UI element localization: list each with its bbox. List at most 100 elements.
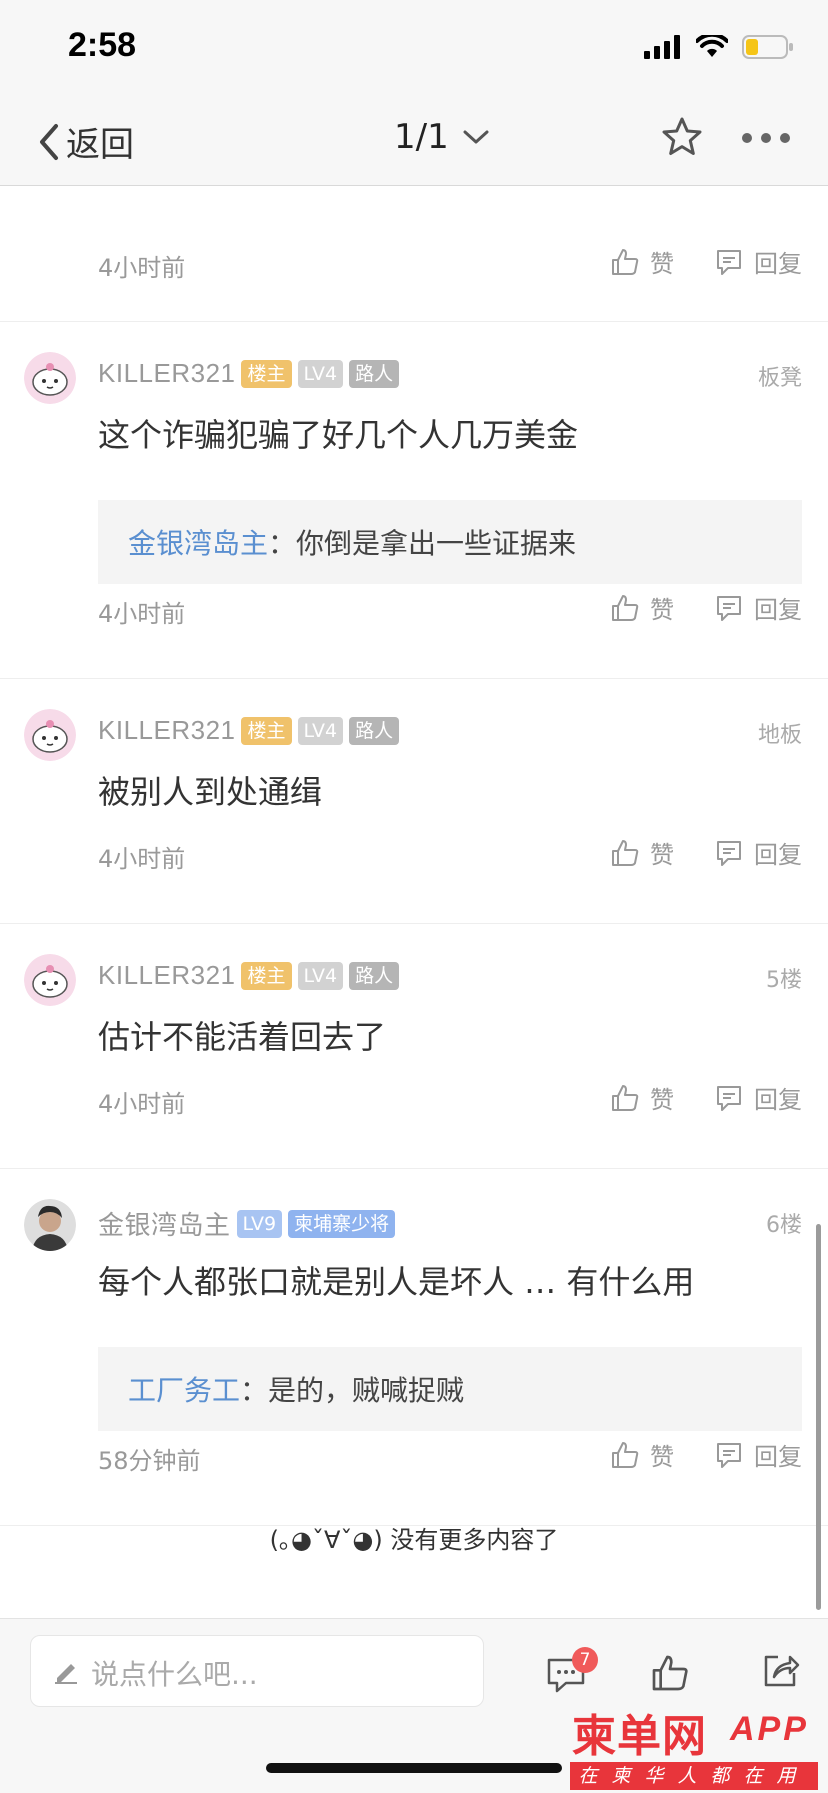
chevron-down-icon: [463, 130, 489, 144]
avatar[interactable]: [24, 1199, 76, 1251]
reply-quote[interactable]: 金银湾岛主：你倒是拿出一些证据来: [98, 500, 802, 584]
like-button[interactable]: 赞: [610, 1437, 674, 1472]
comment-content: 每个人都张口就是别人是坏人 … 有什么用: [98, 1263, 695, 1301]
comment-item: 4小时前 赞 回复: [0, 186, 828, 322]
username[interactable]: KILLER321: [98, 715, 235, 746]
comment-time: 4小时前: [98, 1090, 186, 1118]
owner-badge: 楼主: [241, 716, 292, 745]
back-button[interactable]: 返回: [36, 117, 134, 166]
comment-item: KILLER321 楼主 LV4 路人 5楼 估计不能活着回去了 4小时前 赞 …: [0, 924, 828, 1169]
reply-button[interactable]: 回复: [714, 1437, 802, 1472]
level-badge: LV4: [297, 961, 344, 990]
reply-label: 回复: [754, 1443, 802, 1471]
page-selector[interactable]: 1/1: [394, 117, 489, 157]
comment-icon: [717, 1085, 741, 1111]
reply-label: 回复: [754, 596, 802, 624]
username[interactable]: KILLER321: [98, 960, 235, 991]
avatar[interactable]: [24, 954, 76, 1006]
watermark-title: 柬单网: [572, 1712, 707, 1761]
quote-text: 你倒是拿出一些证据来: [296, 527, 577, 560]
reply-label: 回复: [754, 1086, 802, 1114]
comment-item: 金银湾岛主 LV9 柬埔寨少将 6楼 每个人都张口就是别人是坏人 … 有什么用 …: [0, 1169, 828, 1526]
reply-button[interactable]: 回复: [714, 835, 802, 870]
chevron-left-icon: [40, 123, 58, 160]
username[interactable]: KILLER321: [98, 358, 235, 389]
comment-icon: [717, 1442, 741, 1468]
role-badge: 路人: [349, 961, 400, 990]
nav-bar: 返回 1/1: [0, 95, 828, 186]
status-time: 2:58: [68, 26, 137, 64]
like-button[interactable]: 赞: [610, 1080, 674, 1115]
signal-icon: [644, 35, 680, 59]
comment-item: KILLER321 楼主 LV4 路人 板凳 这个诈骗犯骗了好几个人几万美金 金…: [0, 322, 828, 679]
comment-time: 4小时前: [98, 600, 186, 628]
thumbs-up-icon: [612, 248, 639, 275]
thumbs-up-icon: [612, 1441, 639, 1468]
username[interactable]: 金银湾岛主: [98, 1205, 231, 1242]
reply-button[interactable]: 回复: [714, 590, 802, 625]
level-badge: LV9: [236, 1209, 283, 1238]
page-indicator: 1/1: [394, 117, 449, 157]
reply-button[interactable]: 回复: [714, 1080, 802, 1115]
like-label: 赞: [650, 841, 674, 869]
comment-content: 估计不能活着回去了: [98, 1018, 387, 1056]
comment-count-badge: 7: [572, 1647, 598, 1673]
comment-icon: [717, 595, 741, 621]
more-icon[interactable]: [742, 133, 790, 143]
comment-placeholder: 说点什么吧...: [91, 1658, 258, 1691]
back-label: 返回: [66, 125, 134, 165]
comment-icon: [717, 249, 741, 275]
comment-time: 4小时前: [98, 845, 186, 873]
like-label: 赞: [650, 596, 674, 624]
comment-feed: 4小时前 赞 回复 KILLER321 楼主 LV4 路人 板凳 这个诈骗犯骗了…: [0, 186, 828, 1526]
watermark-subtitle: 在柬华人都在用: [570, 1762, 818, 1790]
status-icons: [644, 34, 794, 60]
like-label: 赞: [650, 1086, 674, 1114]
wifi-icon: [696, 35, 728, 57]
watermark-app: APP: [730, 1710, 809, 1748]
owner-badge: 楼主: [241, 359, 292, 388]
comment-time: 58分钟前: [98, 1447, 201, 1475]
floor-label: 地板: [757, 723, 802, 748]
thumbs-up-icon: [612, 594, 639, 621]
quote-author[interactable]: 工厂务工: [128, 1374, 240, 1407]
reply-label: 回复: [754, 841, 802, 869]
battery-icon: [742, 35, 793, 59]
floor-label: 5楼: [766, 968, 802, 993]
star-icon[interactable]: [660, 115, 704, 159]
role-badge: 路人: [349, 716, 400, 745]
level-badge: LV4: [297, 359, 344, 388]
avatar[interactable]: [24, 709, 76, 761]
reply-button[interactable]: 回复: [714, 244, 802, 279]
share-icon[interactable]: [760, 1651, 800, 1691]
like-label: 赞: [650, 1443, 674, 1471]
comment-content: 被别人到处通缉: [98, 773, 323, 811]
scrollbar[interactable]: [816, 1224, 821, 1610]
pencil-icon: [55, 1664, 77, 1684]
role-badge: 路人: [349, 359, 400, 388]
comment-icon: [717, 840, 741, 866]
rank-badge: 柬埔寨少将: [288, 1209, 396, 1238]
thumbs-up-icon: [612, 839, 639, 866]
comment-time: 4小时前: [98, 254, 186, 282]
comment-item: KILLER321 楼主 LV4 路人 地板 被别人到处通缉 4小时前 赞 回复: [0, 679, 828, 924]
avatar[interactable]: [24, 352, 76, 404]
comment-content: 这个诈骗犯骗了好几个人几万美金: [98, 416, 579, 454]
like-button[interactable]: 赞: [610, 244, 674, 279]
like-button[interactable]: 赞: [610, 590, 674, 625]
owner-badge: 楼主: [241, 961, 292, 990]
thumbs-up-icon: [612, 1084, 639, 1111]
floor-label: 板凳: [757, 366, 802, 391]
thumbs-up-icon[interactable]: [650, 1653, 690, 1693]
level-badge: LV4: [297, 716, 344, 745]
comment-input[interactable]: 说点什么吧...: [30, 1635, 484, 1707]
reply-label: 回复: [754, 250, 802, 278]
watermark-logo: 柬单网 APP 在柬华人都在用: [570, 1700, 828, 1792]
reply-quote[interactable]: 工厂务工：是的，贼喊捉贼: [98, 1347, 802, 1431]
quote-text: 是的，贼喊捉贼: [268, 1374, 465, 1407]
home-indicator[interactable]: [266, 1763, 562, 1773]
like-button[interactable]: 赞: [610, 835, 674, 870]
quote-author[interactable]: 金银湾岛主: [128, 527, 268, 560]
floor-label: 6楼: [766, 1213, 802, 1238]
no-more-content: (｡◕ˇ∀ˇ◕) 没有更多内容了: [269, 1526, 559, 1554]
